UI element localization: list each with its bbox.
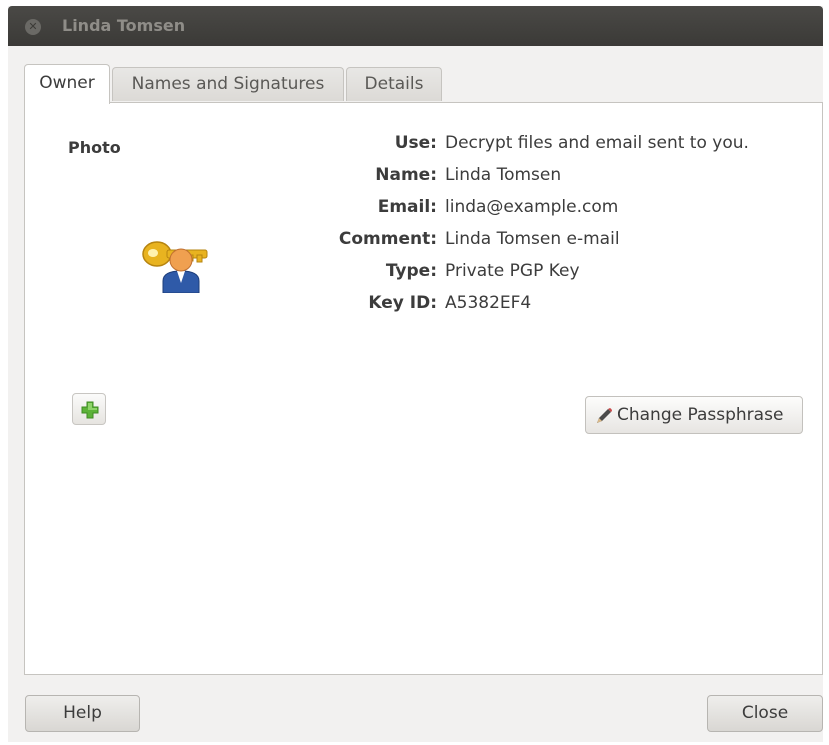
comment-value: Linda Tomsen e-mail: [445, 229, 620, 249]
key-properties-window: ✕ Linda Tomsen Owner Names and Signature…: [8, 6, 823, 742]
window-close-icon[interactable]: ✕: [25, 19, 41, 35]
comment-label: Comment:: [338, 229, 437, 249]
email-value: linda@example.com: [445, 197, 619, 217]
key-id-label: Key ID:: [368, 293, 437, 313]
window-title: Linda Tomsen: [62, 16, 186, 35]
field-row-email: Email: linda@example.com: [275, 197, 815, 227]
key-id-value: A5382EF4: [445, 293, 532, 313]
type-label: Type:: [385, 261, 437, 281]
field-row-key-id: Key ID: A5382EF4: [275, 293, 815, 323]
field-row-use: Use: Decrypt files and email sent to you…: [275, 133, 815, 163]
plus-icon: [81, 401, 99, 419]
name-value: Linda Tomsen: [445, 165, 562, 185]
close-button[interactable]: Close: [707, 695, 823, 732]
tab-details[interactable]: Details: [346, 67, 442, 101]
change-passphrase-label: Change Passphrase: [617, 405, 784, 425]
name-label: Name:: [375, 165, 437, 185]
photo-label: Photo: [68, 138, 121, 157]
change-passphrase-button[interactable]: Change Passphrase: [585, 396, 803, 434]
owner-panel: Photo Use: Decrypt files and email sent …: [24, 102, 823, 675]
pencil-icon: [597, 408, 612, 423]
help-button[interactable]: Help: [25, 695, 140, 732]
field-row-type: Type: Private PGP Key: [275, 261, 815, 291]
use-value: Decrypt files and email sent to you.: [445, 133, 749, 153]
add-photo-button[interactable]: [72, 393, 106, 425]
use-label: Use:: [394, 133, 437, 153]
key-person-icon: [142, 241, 208, 293]
tab-names-and-signatures[interactable]: Names and Signatures: [112, 67, 344, 101]
title-bar: ✕ Linda Tomsen: [8, 6, 823, 46]
type-value: Private PGP Key: [445, 261, 580, 281]
field-row-comment: Comment: Linda Tomsen e-mail: [275, 229, 815, 259]
tab-owner[interactable]: Owner: [24, 64, 110, 104]
field-row-name: Name: Linda Tomsen: [275, 165, 815, 195]
email-label: Email:: [377, 197, 437, 217]
